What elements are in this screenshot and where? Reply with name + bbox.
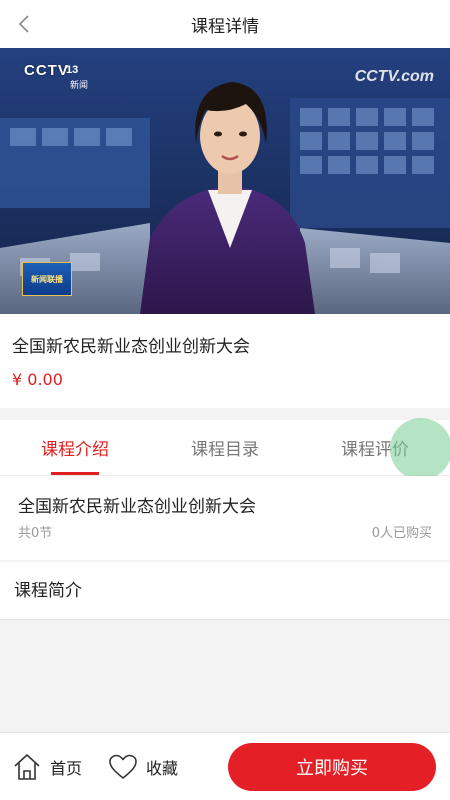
home-button[interactable]: 首页 — [12, 751, 82, 783]
buyer-count: 0人已购买 — [371, 526, 432, 541]
tab-course-catalog[interactable]: 课程目录 — [150, 420, 300, 475]
favorite-label: 收藏 — [146, 759, 179, 778]
channel-number: 13 — [66, 64, 79, 76]
section-title: 全国新农民新业态创业创新大会 — [18, 497, 256, 517]
heart-icon — [109, 754, 137, 779]
program-badge: 新闻联播 — [22, 262, 72, 296]
channel-logo: CCTV — [24, 62, 69, 79]
favorite-button[interactable]: 收藏 — [108, 751, 178, 783]
course-tabs: 课程介绍 课程目录 课程评价 — [0, 420, 450, 476]
program-badge-label: 新闻联播 — [31, 274, 63, 284]
course-title: 全国新农民新业态创业创新大会 — [12, 337, 250, 357]
page-title: 课程详情 — [191, 16, 259, 37]
top-header: 课程详情 — [0, 0, 450, 48]
cctv-watermark: CCTV.com — [354, 68, 434, 85]
section-card[interactable]: 全国新农民新业态创业创新大会 共0节 0人已购买 — [0, 476, 450, 560]
buy-now-button[interactable]: 立即购买 — [228, 743, 436, 791]
tab-course-intro[interactable]: 课程介绍 — [0, 420, 150, 475]
touch-indicator — [390, 418, 450, 480]
course-price: ¥ 0.00 — [12, 370, 63, 389]
bottom-bar: 首页 收藏 立即购买 — [0, 732, 450, 800]
chevron-left-icon — [18, 15, 29, 33]
course-video-player[interactable]: CCTV 13 新闻 CCTV.com 新闻联播 — [0, 48, 450, 314]
lesson-count: 共0节 — [18, 526, 53, 541]
intro-heading: 课程简介 — [14, 581, 82, 601]
course-info: 全国新农民新业态创业创新大会 ¥ 0.00 — [0, 314, 450, 408]
channel-subtitle: 新闻 — [70, 81, 89, 91]
home-icon — [14, 754, 40, 780]
back-button[interactable] — [8, 8, 40, 40]
intro-card: 课程简介 — [0, 562, 450, 620]
home-label: 首页 — [50, 759, 83, 778]
